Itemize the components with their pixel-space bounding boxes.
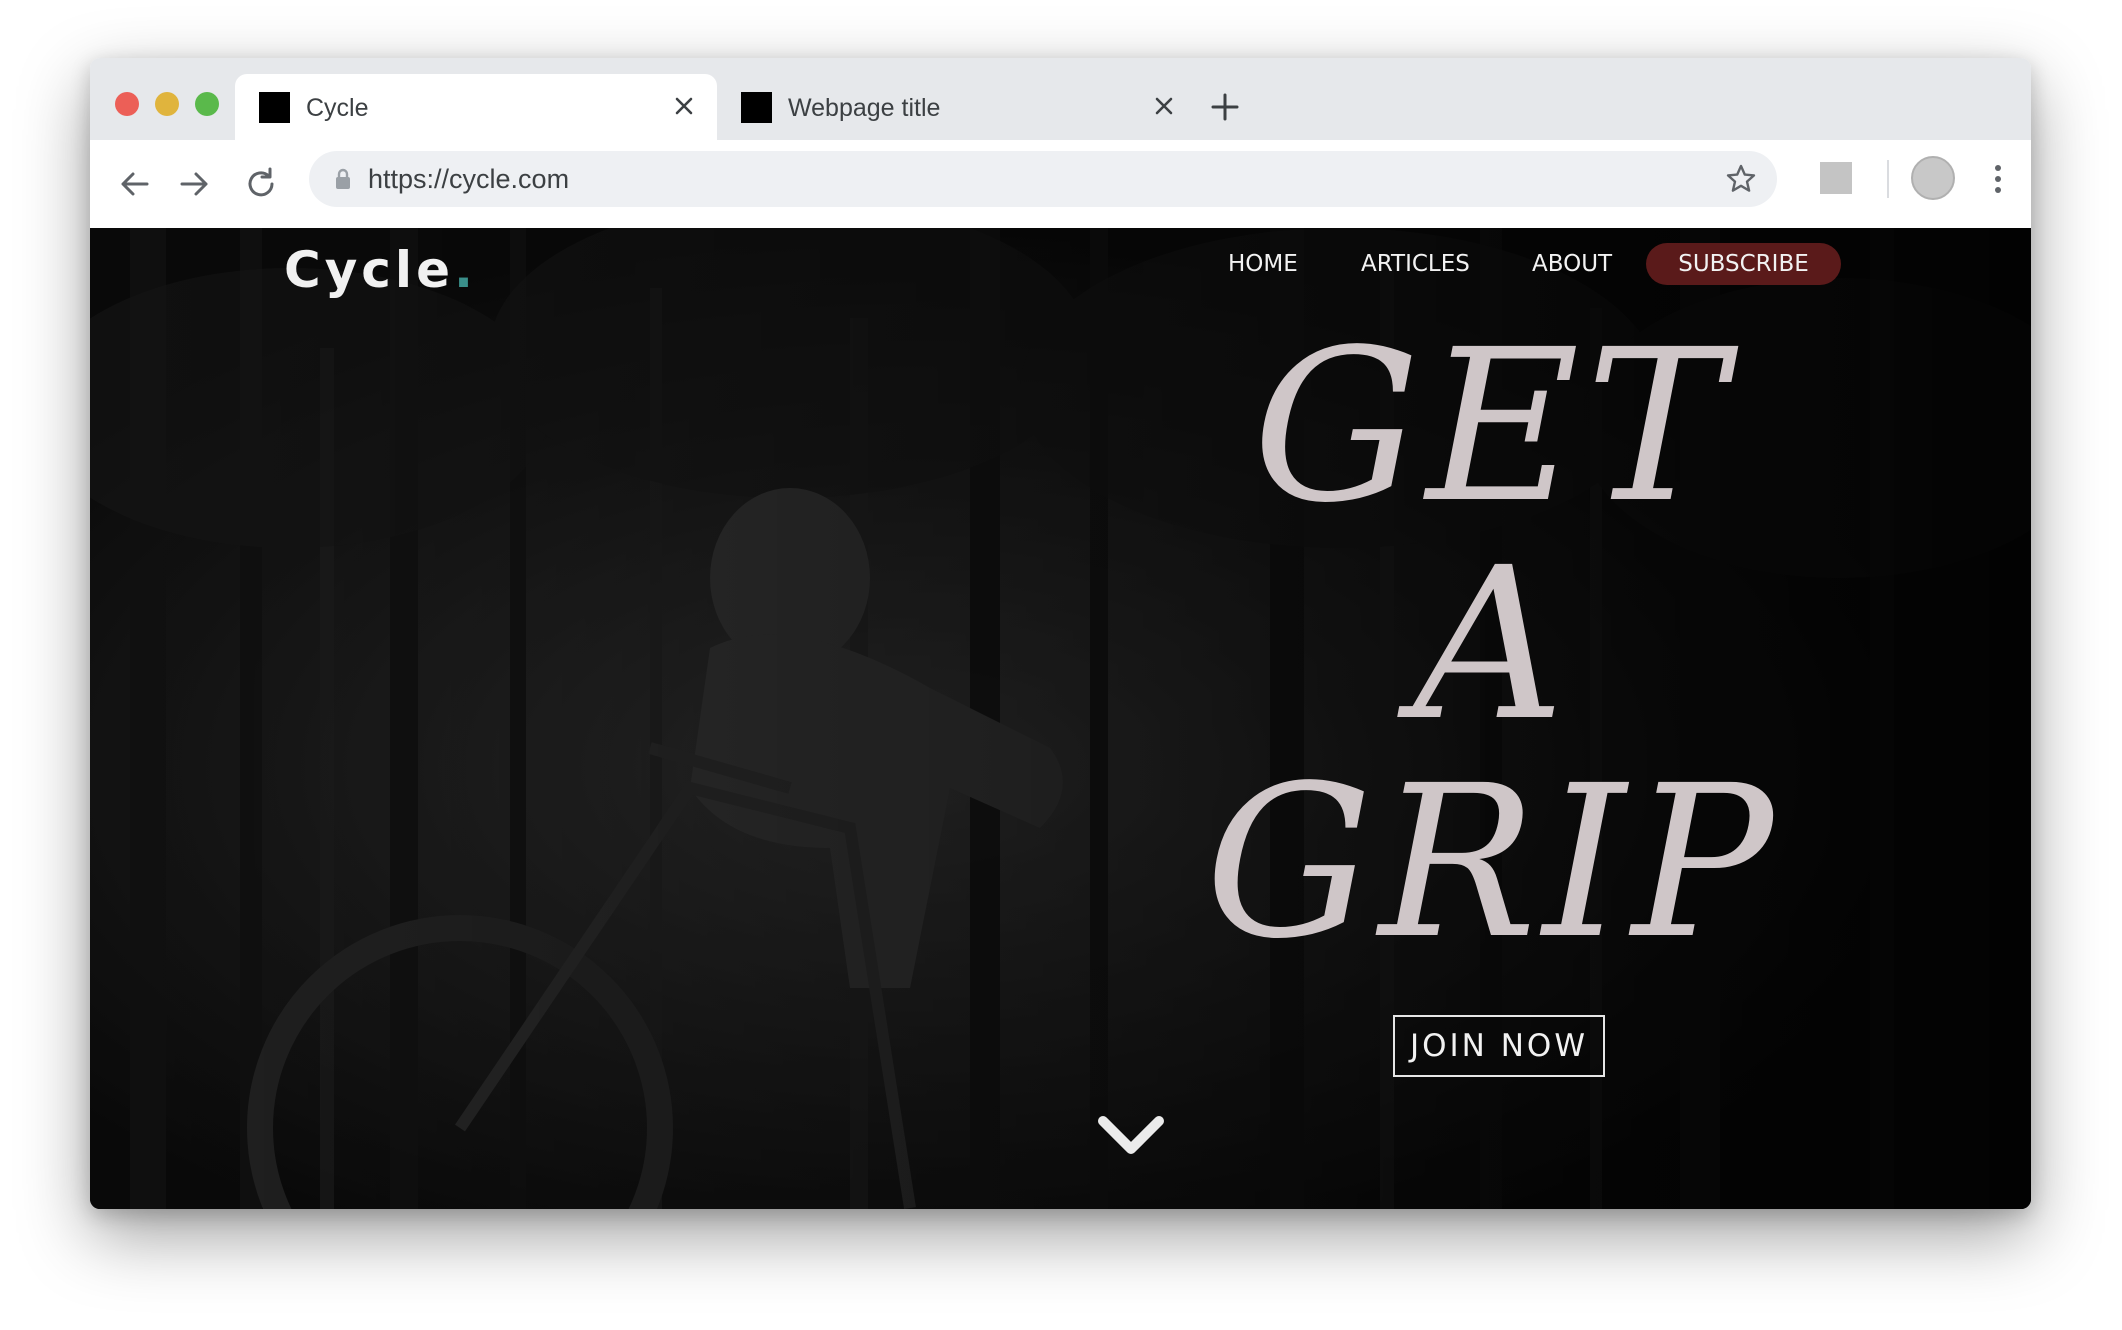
close-window-button[interactable]: [115, 92, 139, 116]
tab-cycle[interactable]: Cycle: [235, 74, 717, 140]
forward-arrow-icon[interactable]: [174, 164, 214, 204]
new-tab-icon[interactable]: [1208, 90, 1242, 124]
headline-line: GET: [1252, 304, 1732, 549]
headline-line: A: [1413, 522, 1571, 767]
address-bar[interactable]: https://cycle.com: [309, 151, 1777, 207]
join-now-button[interactable]: JOIN NOW: [1393, 1015, 1605, 1077]
logo-dot: .: [453, 241, 477, 299]
tab-strip: Cycle Webpage title: [90, 58, 2031, 140]
reload-icon[interactable]: [241, 164, 281, 204]
maximize-window-button[interactable]: [195, 92, 219, 116]
favicon-icon: [259, 92, 290, 123]
browser-window: Cycle Webpage title https://cycle.com Cy…: [90, 58, 2031, 1209]
tab-webpage-title[interactable]: Webpage title: [717, 74, 1197, 140]
logo-text: Cycle: [284, 241, 454, 299]
browser-toolbar: https://cycle.com: [90, 140, 2031, 228]
back-arrow-icon[interactable]: [115, 164, 155, 204]
more-options-icon[interactable]: [1991, 162, 2005, 196]
headline-line: GRIP: [1204, 740, 1780, 985]
extension-icon[interactable]: [1820, 162, 1852, 194]
favicon-icon: [741, 92, 772, 123]
nav-articles-link[interactable]: ARTICLES: [1361, 243, 1470, 285]
tab-title: Webpage title: [788, 94, 941, 122]
chevron-down-icon[interactable]: [1095, 1111, 1167, 1161]
bookmark-star-icon[interactable]: [1724, 162, 1758, 196]
toolbar-divider: [1887, 160, 1889, 198]
profile-avatar[interactable]: [1911, 156, 1955, 200]
close-tab-icon[interactable]: [669, 91, 699, 121]
minimize-window-button[interactable]: [155, 92, 179, 116]
close-tab-icon[interactable]: [1149, 91, 1179, 121]
hero-headline: GET A GRIP: [1142, 318, 1842, 972]
nav-about-link[interactable]: ABOUT: [1532, 243, 1612, 285]
tab-title: Cycle: [306, 94, 369, 122]
web-page: Cycle. HOME ARTICLES ABOUT SUBSCRIBE GET…: [90, 228, 2031, 1209]
subscribe-button[interactable]: SUBSCRIBE: [1646, 243, 1841, 285]
lock-icon: [336, 168, 350, 189]
url-text[interactable]: https://cycle.com: [368, 164, 569, 194]
site-logo[interactable]: Cycle.: [284, 240, 477, 300]
nav-home-link[interactable]: HOME: [1228, 243, 1298, 285]
